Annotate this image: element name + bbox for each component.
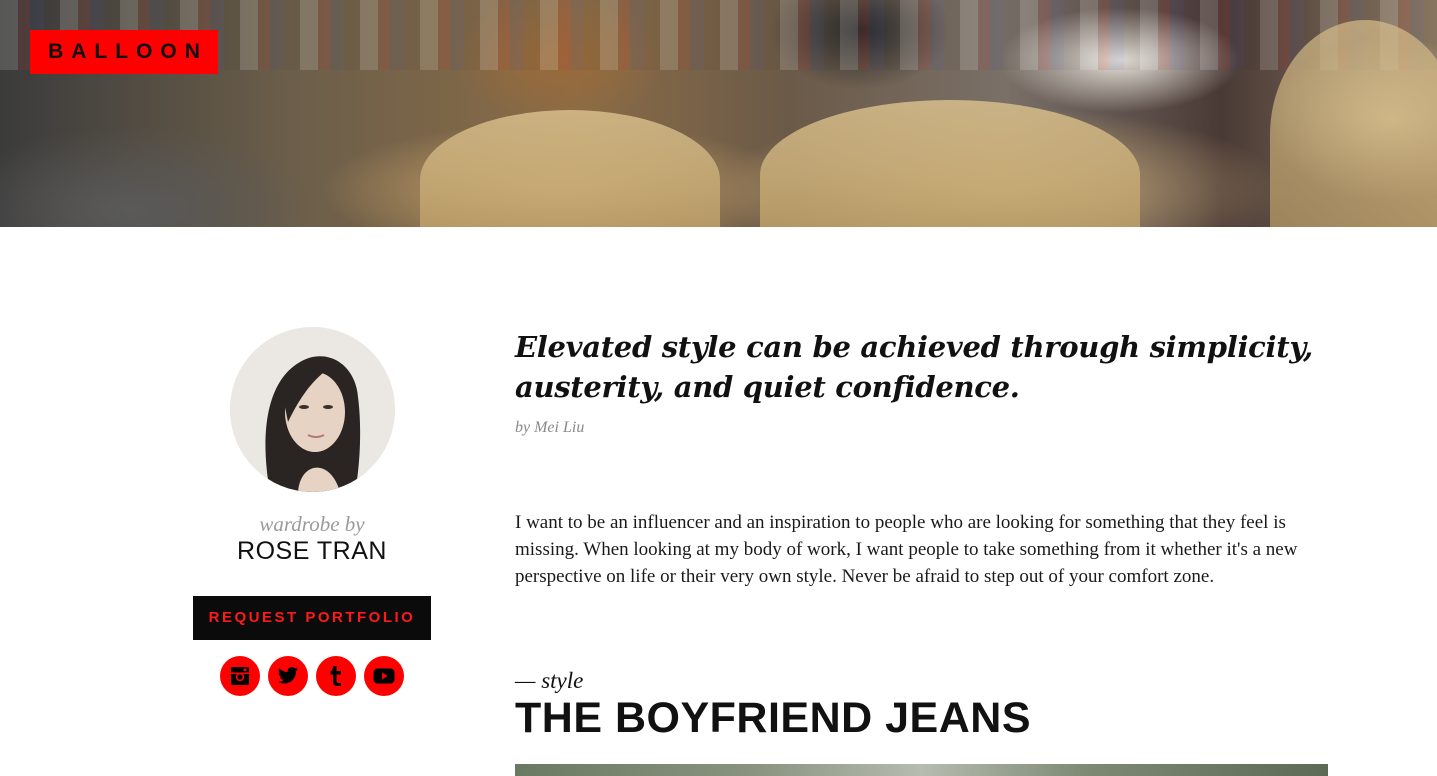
site-logo[interactable]: BALLOON <box>30 30 218 74</box>
tumblr-link[interactable] <box>316 656 356 696</box>
section-image <box>515 764 1328 776</box>
section-kicker: — style <box>515 668 584 693</box>
twitter-icon <box>277 667 299 684</box>
avatar <box>229 327 395 492</box>
avatar-portrait <box>229 327 395 492</box>
designer-name: ROSE TRAN <box>237 537 387 565</box>
intro-paragraph: I want to be an influencer and an inspir… <box>515 512 1298 587</box>
request-portfolio-button[interactable]: REQUEST PORTFOLIO <box>193 596 431 640</box>
twitter-link[interactable] <box>268 656 308 696</box>
tumblr-icon <box>330 666 341 686</box>
instagram-link[interactable] <box>220 656 260 696</box>
quote-author: by Mei Liu <box>515 419 585 436</box>
hero-hat-shape <box>760 100 1140 227</box>
social-links <box>160 656 464 696</box>
profile-sidebar: wardrobe by ROSE TRAN REQUEST PORTFOLIO <box>160 327 464 696</box>
instagram-icon <box>231 667 249 685</box>
hero-hat-shape <box>420 110 720 227</box>
youtube-icon <box>373 668 395 684</box>
article-main: Elevated style can be achieved through s… <box>515 327 1328 744</box>
youtube-link[interactable] <box>364 656 404 696</box>
logo-text: BALLOON <box>48 40 208 63</box>
section-title: THE BOYFRIEND JEANS <box>515 694 1032 742</box>
article-quote: Elevated style can be achieved through s… <box>515 330 1313 404</box>
wardrobe-by-label: wardrobe by <box>259 512 365 536</box>
